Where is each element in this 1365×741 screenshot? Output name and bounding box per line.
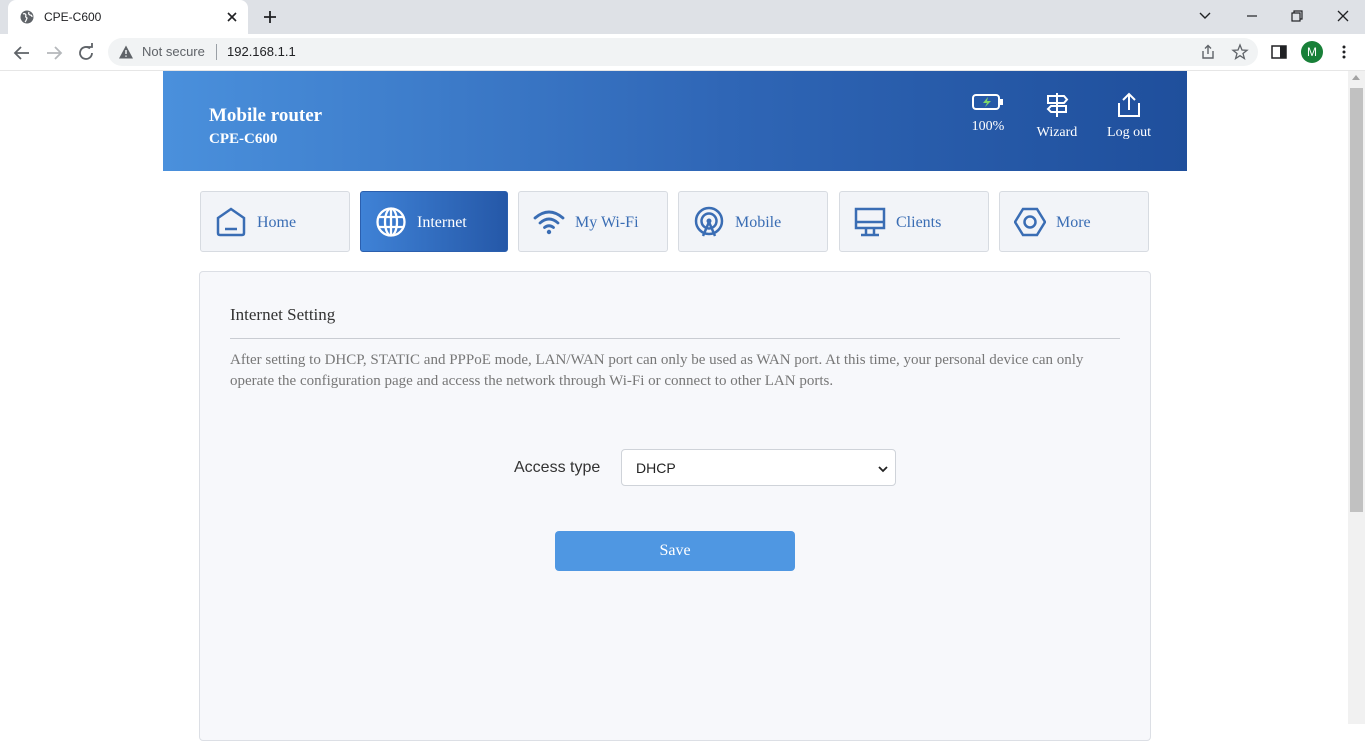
browser-toolbar: Not secure 192.168.1.1 M [0,34,1365,71]
globe-icon [376,207,406,237]
tab-more[interactable]: More [999,191,1149,252]
signpost-icon [1046,93,1069,117]
close-icon[interactable] [224,9,240,25]
tab-label: My Wi-Fi [575,214,639,231]
address-bar[interactable]: Not secure 192.168.1.1 [108,38,1258,66]
tab-label: Internet [417,214,467,231]
panel-divider [230,338,1120,339]
brand-title: Mobile router [209,105,323,126]
wizard-label: Wizard [1036,125,1078,140]
restore-icon[interactable] [1286,6,1308,26]
url-text[interactable]: 192.168.1.1 [227,44,296,59]
tab-internet[interactable]: Internet [360,191,508,252]
tab-home[interactable]: Home [200,191,350,252]
battery-percentage: 100% [971,119,1005,134]
page-scrollbar[interactable] [1348,71,1365,724]
new-tab-plus-icon[interactable] [261,8,279,26]
tab-label: Clients [896,214,942,231]
omnibox-divider [216,44,217,60]
tab-label: Home [257,214,297,231]
battery-status: 100% [969,91,1007,135]
internet-setting-panel: Internet Setting After setting to DHCP, … [199,271,1151,741]
wizard-button[interactable]: Wizard [1035,91,1079,141]
hexagon-icon [1014,207,1046,237]
bookmark-star-icon[interactable] [1231,43,1249,61]
share-icon[interactable] [1199,43,1217,61]
security-status-text[interactable]: Not secure [142,44,205,59]
browser-tab[interactable]: CPE-C600 [8,0,248,34]
access-type-label: Access type [514,459,601,476]
forward-arrow-icon[interactable] [43,42,65,64]
side-panel-icon[interactable] [1270,43,1288,61]
wifi-icon [533,210,565,235]
access-type-select[interactable]: DHCP [621,449,896,486]
window-close-icon[interactable] [1332,6,1354,26]
globe-favicon-icon [20,10,34,24]
kebab-menu-icon[interactable] [1335,43,1353,61]
panel-title: Internet Setting [230,305,336,324]
logout-upload-icon [1118,92,1140,117]
logout-label: Log out [1107,125,1151,140]
monitor-icon [854,207,886,237]
tab-clients[interactable]: Clients [839,191,989,252]
tab-label: Mobile [735,214,782,231]
home-icon [216,207,246,237]
tab-search-chevron-icon[interactable] [1194,6,1216,26]
battery-icon [972,94,1003,110]
reload-icon[interactable] [75,42,97,64]
tab-my-wifi[interactable]: My Wi-Fi [518,191,668,252]
tab-title: CPE-C600 [44,10,102,24]
logout-button[interactable]: Log out [1106,91,1152,141]
tab-mobile[interactable]: Mobile [678,191,828,252]
access-type-value: DHCP [636,460,676,476]
minimize-icon[interactable] [1241,6,1263,26]
scroll-up-arrow-icon[interactable] [1352,75,1360,80]
panel-description: After setting to DHCP, STATIC and PPPoE … [230,352,1084,389]
save-button[interactable]: Save [555,531,795,571]
antenna-icon [694,206,724,237]
profile-avatar[interactable]: M [1301,41,1323,63]
warning-triangle-icon[interactable] [118,44,134,60]
chevron-down-icon [878,466,888,473]
brand-model: CPE-C600 [209,131,278,147]
tab-label: More [1056,214,1091,231]
scroll-thumb[interactable] [1350,88,1363,512]
router-header: Mobile router CPE-C600 100% Wizard Log o… [163,71,1187,171]
back-arrow-icon[interactable] [11,42,33,64]
browser-tabstrip: CPE-C600 [0,0,1365,34]
